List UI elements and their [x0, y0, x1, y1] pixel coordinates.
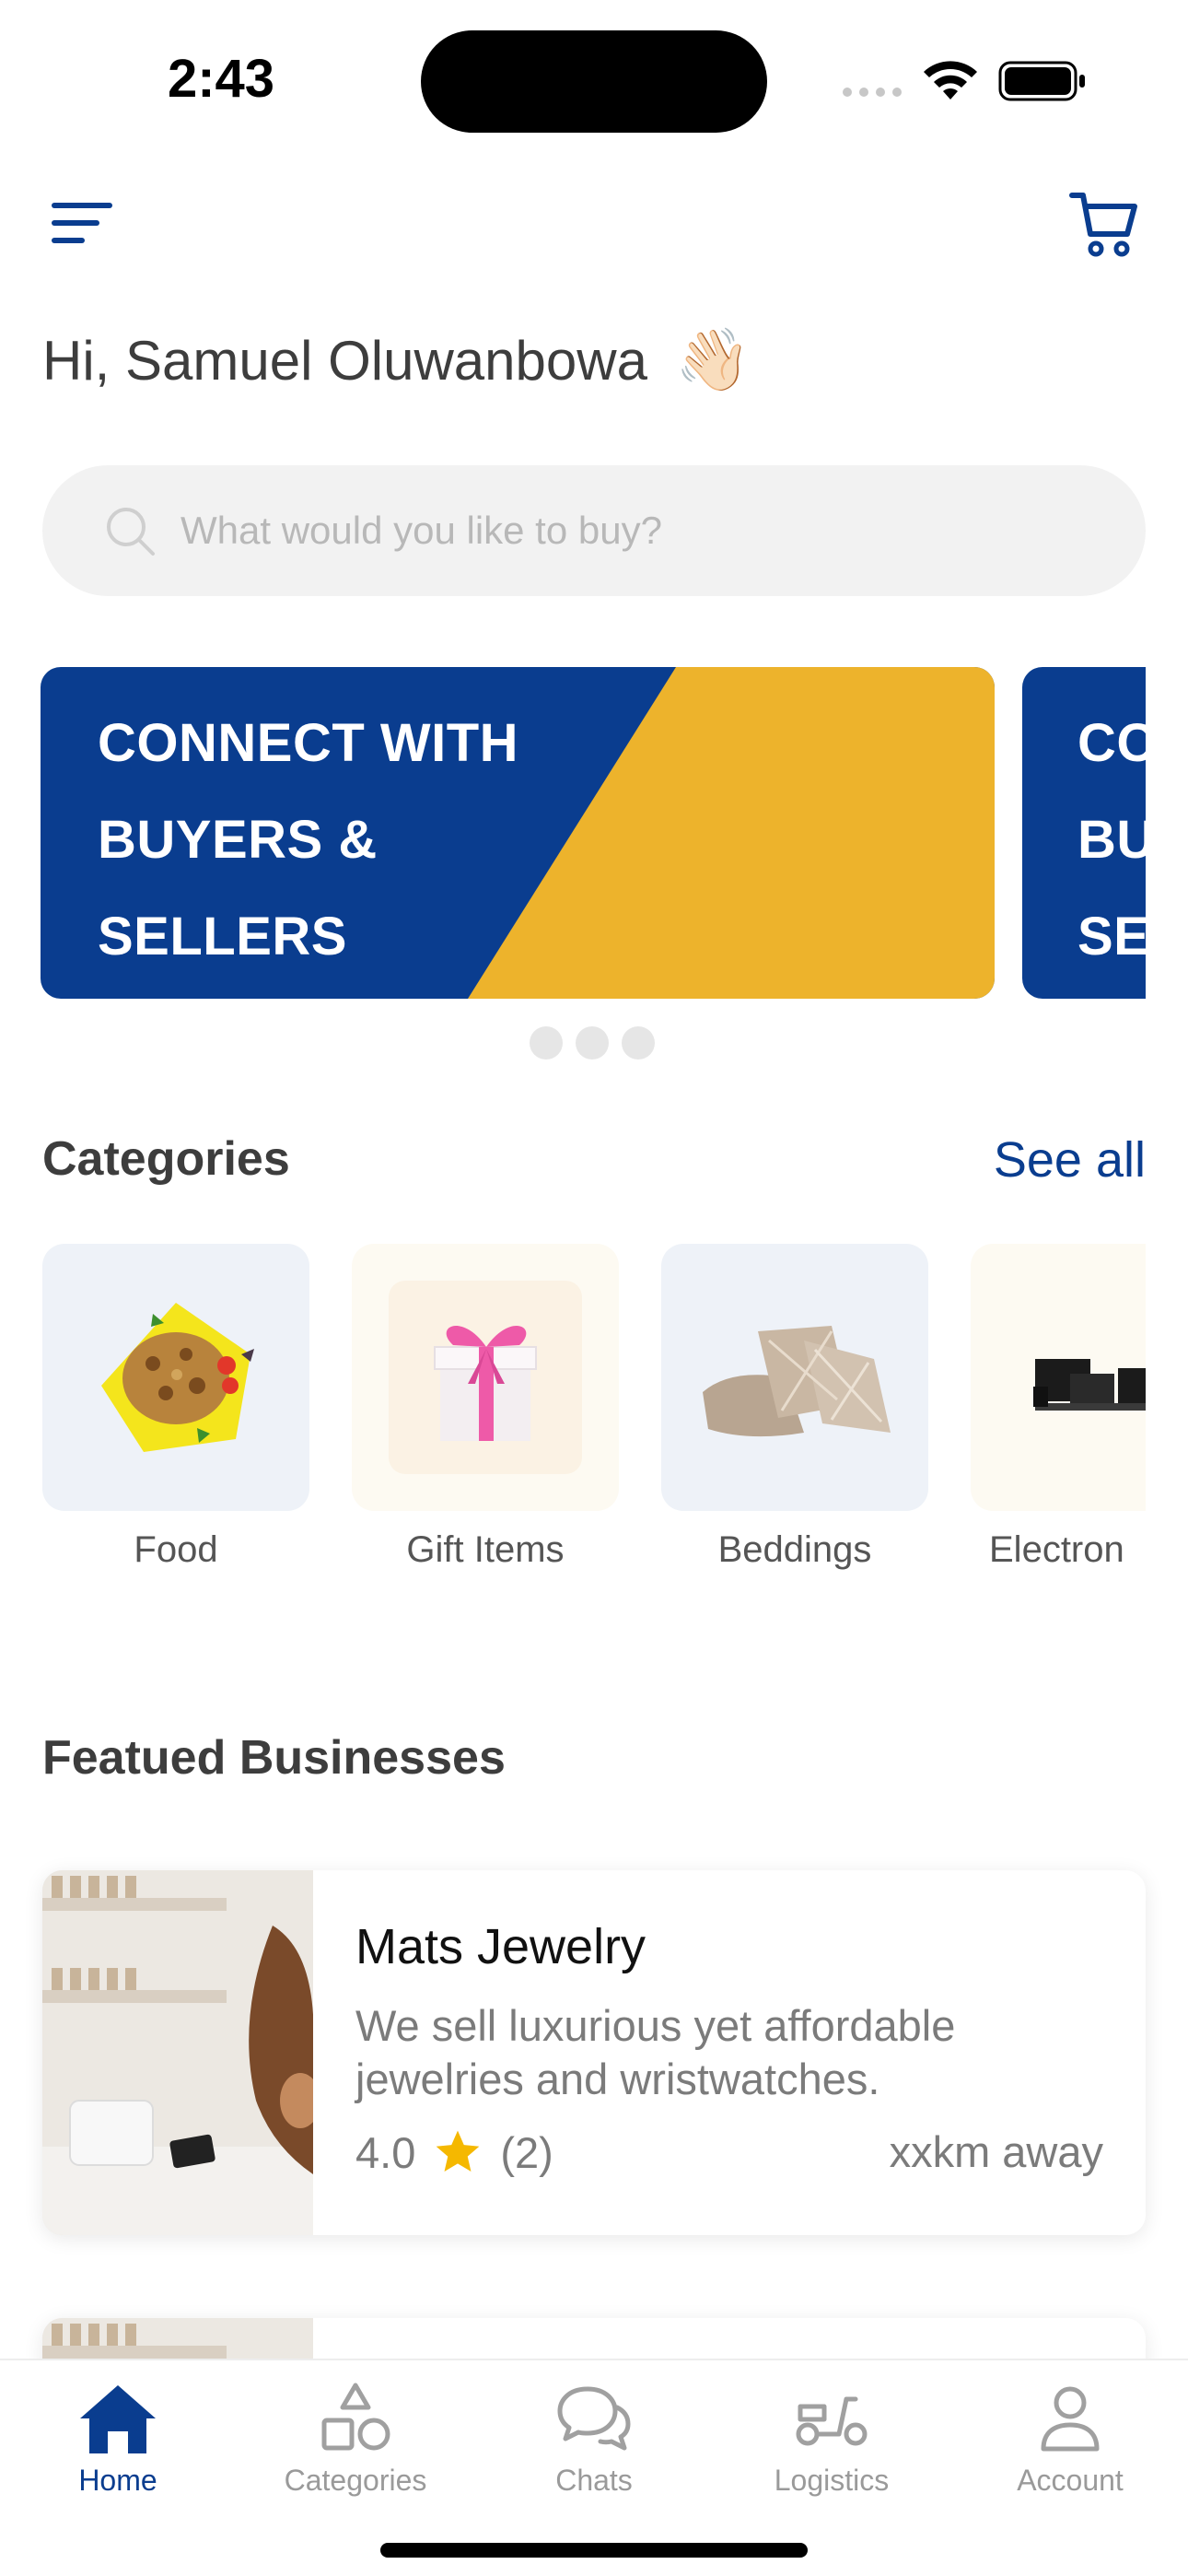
- category-food[interactable]: Food: [42, 1244, 309, 1571]
- category-gift-items[interactable]: Gift Items: [352, 1244, 619, 1571]
- promo-banner-carousel[interactable]: CONNECT WITH BUYERS & SELLERS CONNECT WI…: [41, 667, 1146, 999]
- pagination-dot[interactable]: [576, 1026, 609, 1060]
- star-icon: [437, 2130, 480, 2172]
- cellular-signal-icon: [843, 88, 902, 97]
- search-input[interactable]: [181, 465, 1101, 596]
- business-description: We sell luxurious yet affordable jewelri…: [355, 2001, 956, 2103]
- featured-businesses-heading: Featued Businesses: [42, 1731, 506, 1785]
- see-all-link[interactable]: See all: [994, 1131, 1146, 1188]
- carousel-pagination: [530, 1026, 655, 1060]
- category-label: Beddings: [717, 1529, 872, 1570]
- pagination-dot[interactable]: [530, 1026, 563, 1060]
- scooter-icon: [796, 2396, 868, 2446]
- tab-label: Chats: [555, 2464, 633, 2497]
- pagination-dot[interactable]: [622, 1026, 655, 1060]
- tab-logistics[interactable]: Logistics: [730, 2377, 933, 2498]
- tab-categories[interactable]: Categories: [254, 2377, 457, 2498]
- category-electronics[interactable]: Electron: [971, 1244, 1146, 1571]
- food-plate-icon: [42, 1244, 309, 1511]
- rating-value: 4.0: [355, 2127, 416, 2177]
- tab-chats[interactable]: Chats: [493, 2377, 695, 2498]
- waving-hand-icon: 👋🏻: [674, 325, 751, 393]
- banner-title: CONNECT WITH BUYERS & SELLERS: [98, 713, 519, 966]
- category-label: Gift Items: [406, 1529, 565, 1570]
- review-count: (2): [500, 2127, 553, 2177]
- tab-label: Account: [1017, 2464, 1124, 2497]
- tab-account[interactable]: Account: [969, 2377, 1171, 2498]
- category-label: Electron: [989, 1529, 1124, 1570]
- battery-icon: [998, 61, 1085, 101]
- business-photo: [42, 1870, 313, 2235]
- wifi-icon: [924, 61, 977, 100]
- tab-label: Categories: [284, 2464, 427, 2497]
- banner-title: CONNECT WITH BUYERS & SELLERS: [1077, 713, 1146, 966]
- tab-label: Logistics: [774, 2464, 890, 2497]
- greeting-text: Hi, Samuel Oluwanbowa: [42, 329, 647, 392]
- business-card[interactable]: Mats Jewelry We sell luxurious yet affor…: [42, 1870, 1146, 2235]
- hamburger-menu-icon[interactable]: [48, 195, 118, 251]
- promo-banner[interactable]: CONNECT WITH BUYERS & SELLERS: [41, 667, 995, 999]
- shopping-cart-icon[interactable]: [1068, 188, 1140, 260]
- search-icon: [107, 508, 155, 556]
- home-indicator[interactable]: [380, 2543, 808, 2558]
- greeting: Hi, Samuel Oluwanbowa 👋🏻: [42, 324, 751, 396]
- pillows-icon: [661, 1244, 928, 1511]
- business-name: Mats Jewelry: [355, 1919, 646, 1974]
- home-icon: [80, 2385, 156, 2453]
- promo-banner[interactable]: CONNECT WITH BUYERS & SELLERS: [1022, 667, 1146, 999]
- tab-home[interactable]: Home: [17, 2377, 219, 2498]
- tab-label: Home: [78, 2464, 157, 2497]
- business-rating: 4.0 (2): [355, 2126, 553, 2178]
- chat-bubbles-icon: [557, 2386, 631, 2451]
- category-beddings[interactable]: Beddings: [661, 1244, 928, 1571]
- status-time: 2:43: [167, 49, 275, 109]
- status-bar: 2:43: [0, 0, 1188, 157]
- user-icon: [1041, 2386, 1100, 2452]
- category-label: Food: [134, 1529, 218, 1570]
- dynamic-island: [421, 30, 767, 133]
- search-bar[interactable]: [42, 465, 1146, 596]
- electronics-icon: [971, 1244, 1146, 1511]
- shapes-icon: [321, 2383, 390, 2451]
- categories-heading: Categories: [42, 1132, 290, 1186]
- business-distance: xxkm away: [889, 2127, 1103, 2176]
- gift-box-icon: [352, 1244, 619, 1511]
- categories-list: Food Gift Items Beddings Electron: [42, 1244, 1146, 1575]
- top-app-bar: [0, 175, 1188, 276]
